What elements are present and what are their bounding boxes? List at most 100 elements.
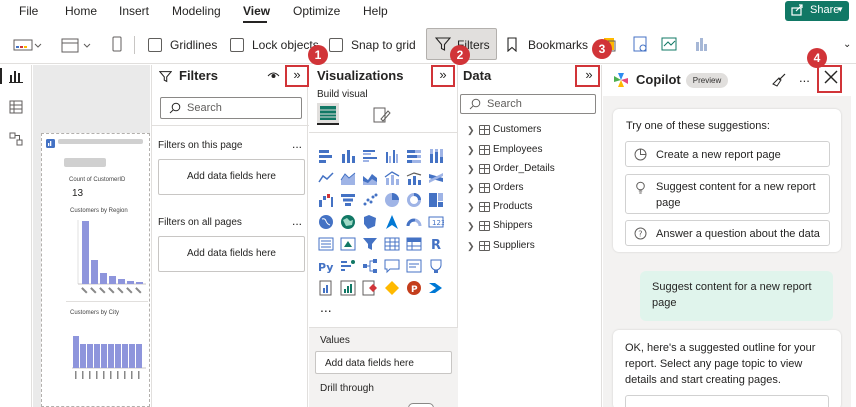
area-chart-icon[interactable] [340,170,356,186]
slicer-icon[interactable] [362,236,378,252]
bookmarks-button[interactable]: Bookmarks [528,38,588,52]
map-icon[interactable] [318,214,334,230]
menu-modeling[interactable]: Modeling [172,4,221,18]
report-view-icon[interactable] [9,69,23,83]
stacked-bar-chart-icon[interactable] [318,148,334,164]
table-icon [479,125,490,135]
card-title: Count of CustomerID [69,177,126,183]
card-icon[interactable]: 123 [428,214,445,230]
power-automate-flow-icon[interactable] [428,280,444,296]
stacked-area-chart-icon[interactable] [362,170,378,186]
suggestion-suggest-content-button[interactable]: Suggest content for a new report page [625,174,830,214]
field-wells: Values Add data fields here Drill throug… [309,327,458,407]
menu-help[interactable]: Help [363,4,388,18]
page-topic-option[interactable] [625,395,829,407]
paginated-report-icon[interactable] [318,280,334,296]
table-view-icon[interactable] [9,100,23,114]
azure-map-icon[interactable] [384,214,400,230]
more-visuals-icon[interactable]: ... [320,299,332,315]
100-bar-chart-icon[interactable] [406,148,422,164]
line-chart-icon[interactable] [318,170,334,186]
shape-map-icon[interactable] [362,214,378,230]
metrics-icon[interactable] [428,258,444,274]
snap-to-grid-checkbox[interactable] [329,38,343,52]
themes-button[interactable] [13,34,43,56]
donut-chart-icon[interactable] [406,192,422,208]
menu-file[interactable]: File [19,4,38,18]
line-and-column-chart-icon[interactable] [384,170,400,186]
treemap-icon[interactable] [428,192,444,208]
build-visual-label: Build visual [317,89,368,100]
chevron-right-icon: ❯ [467,241,475,251]
copilot-reply-card: OK, here's a suggested outline for your … [613,330,841,407]
r-visual-icon[interactable]: R [428,236,444,253]
menu-home[interactable]: Home [65,4,97,18]
stacked-column-chart-icon[interactable] [340,148,356,164]
ribbon-expand-icon[interactable]: ⌄ [843,39,851,50]
suggestion-create-page-button[interactable]: Create a new report page [625,141,830,167]
more-options-icon[interactable]: ... [292,137,302,151]
preview-badge: Preview [686,73,728,88]
chart1-title: Customers by Region [70,208,128,214]
power-apps-icon[interactable] [340,280,356,296]
drill-through-toggle[interactable] [408,403,434,407]
python-visual-icon[interactable]: Py [318,258,334,274]
more-options-icon[interactable]: ... [292,214,302,228]
page-view-button[interactable] [60,34,96,56]
chart2-bar [136,344,142,368]
rail-active-indicator [0,68,2,84]
qa-visual-icon[interactable] [384,258,400,274]
menu-view[interactable]: View [243,4,270,18]
clustered-bar-chart-icon[interactable] [362,148,378,164]
report-page[interactable]: Count of CustomerID 13 Customers by Regi… [41,133,150,407]
build-visual-tab[interactable] [317,103,339,125]
clear-chat-broom-icon[interactable] [772,73,786,90]
lock-objects-checkbox[interactable] [230,38,244,52]
waterfall-chart-icon[interactable] [318,192,334,208]
power-automate-icon[interactable] [362,280,378,296]
svg-text:P: P [411,285,418,295]
eye-icon[interactable] [267,69,280,84]
pane-toggle-icons[interactable] [600,34,710,56]
clustered-column-chart-icon[interactable] [384,148,400,164]
scatter-chart-icon[interactable] [362,192,378,208]
format-visual-icon[interactable] [371,105,391,128]
suggestion-answer-question-button[interactable]: ? Answer a question about the data [625,220,830,246]
filters-search-input[interactable]: Search [160,97,302,119]
kpi-icon[interactable] [340,236,356,252]
gauge-icon[interactable] [406,214,422,230]
filled-map-icon[interactable] [340,214,356,230]
suggestion-label: page [656,197,681,209]
decomposition-tree-icon[interactable] [362,258,378,274]
table-icon[interactable] [384,236,400,252]
chart-customers-by-city[interactable] [68,320,148,400]
copilot-more-icon[interactable]: ... [799,70,810,85]
mobile-layout-icon[interactable] [110,34,124,56]
all-pages-filters-drop-well[interactable]: Add data fields here [158,236,305,272]
scrollbar[interactable] [851,65,856,407]
data-search-input[interactable]: Search [460,94,596,114]
gridlines-checkbox[interactable] [148,38,162,52]
diamond-visual-icon[interactable] [384,280,400,296]
page-filters-drop-well[interactable]: Add data fields here [158,159,305,195]
reply-text-line: OK, here's a suggested outline for your [625,342,816,354]
matrix-icon[interactable] [406,236,422,252]
line-and-stacked-column-icon[interactable] [406,170,422,186]
chart2-bar [122,344,128,368]
filters-all-pages-label: Filters on all pages [158,217,242,228]
powerpoint-visual-icon[interactable]: P [406,280,422,296]
ribbon-chart-icon[interactable] [428,170,444,186]
menu-optimize[interactable]: Optimize [293,4,340,18]
menu-insert[interactable]: Insert [119,4,149,18]
100-column-chart-icon[interactable] [428,148,444,164]
funnel-chart-icon[interactable] [340,192,356,208]
chart-customers-by-region[interactable] [68,216,148,298]
multi-row-card-icon[interactable] [318,236,334,252]
smart-narrative-icon[interactable] [406,258,422,274]
chart1-bar [136,282,143,284]
model-view-icon[interactable] [9,132,23,146]
key-influencers-icon[interactable] [340,258,356,274]
values-drop-well[interactable]: Add data fields here [315,351,452,374]
share-button[interactable]: Share ▾ [785,1,849,21]
pie-chart-icon[interactable] [384,192,400,208]
